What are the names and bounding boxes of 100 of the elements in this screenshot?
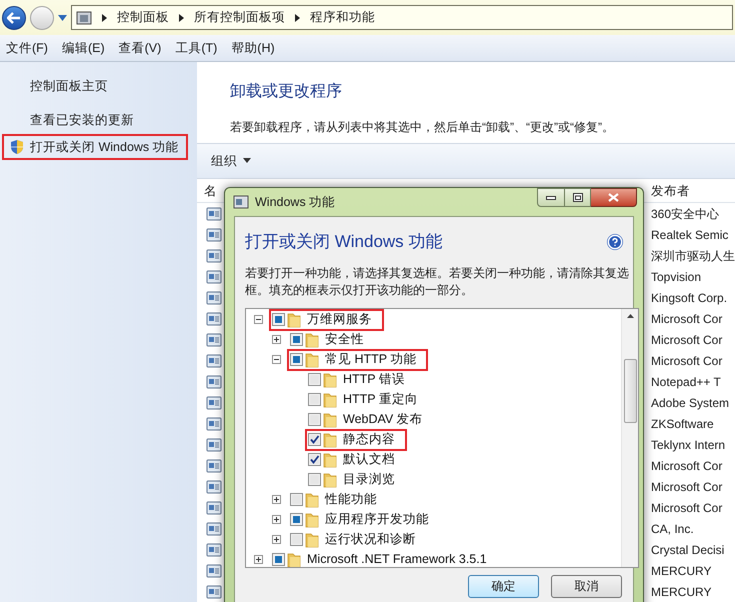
program-icon bbox=[206, 478, 222, 494]
checkbox[interactable] bbox=[272, 313, 285, 326]
chevron-right-icon bbox=[102, 14, 107, 22]
maximize-button[interactable] bbox=[565, 188, 591, 207]
program-icon bbox=[206, 332, 222, 348]
minimize-button[interactable] bbox=[537, 188, 565, 207]
help-icon[interactable] bbox=[607, 234, 623, 250]
menu-item[interactable]: 文件(F) bbox=[6, 38, 48, 58]
shield-icon bbox=[10, 139, 24, 155]
menu-item[interactable]: 帮助(H) bbox=[231, 38, 275, 58]
folder-icon bbox=[305, 332, 319, 348]
page-description: 若要卸载程序，请从列表中将其选中，然后单击“卸载”、“更改”或“修复”。 bbox=[230, 119, 615, 136]
program-icon bbox=[206, 562, 222, 578]
expand-icon[interactable] bbox=[272, 515, 281, 524]
scrollbar[interactable] bbox=[621, 308, 638, 566]
expand-icon[interactable] bbox=[272, 335, 281, 344]
table-cell-text: 深圳市驱动人生 bbox=[651, 248, 735, 264]
dropdown-icon[interactable] bbox=[58, 14, 67, 20]
folder-icon bbox=[323, 412, 337, 428]
feature-label[interactable]: HTTP 重定向 bbox=[343, 390, 418, 409]
chevron-right-icon bbox=[179, 14, 184, 22]
arrow-left-icon bbox=[7, 12, 21, 24]
checkbox[interactable] bbox=[308, 473, 321, 486]
checkbox[interactable] bbox=[272, 553, 285, 566]
breadcrumb-item[interactable]: 控制面板 bbox=[117, 8, 169, 27]
collapse-icon[interactable] bbox=[272, 355, 281, 364]
feature-label[interactable]: WebDAV 发布 bbox=[343, 410, 423, 429]
program-icon bbox=[206, 542, 222, 558]
feature-label[interactable]: 万维网服务 bbox=[307, 310, 372, 329]
caret-icon bbox=[243, 158, 251, 164]
checkbox[interactable] bbox=[290, 353, 303, 366]
address-field[interactable]: 控制面板 所有控制面板项 程序和功能 bbox=[71, 5, 733, 30]
cancel-button[interactable]: 取消 bbox=[551, 574, 622, 598]
table-cell-text: Realtek Semic bbox=[651, 226, 730, 244]
checkbox[interactable] bbox=[290, 533, 303, 546]
checkbox[interactable] bbox=[308, 433, 321, 446]
folder-icon bbox=[305, 352, 319, 368]
expand-icon[interactable] bbox=[272, 535, 281, 544]
table-cell-text: Microsoft Cor bbox=[651, 332, 724, 348]
feature-label[interactable]: 静态内容 bbox=[343, 430, 395, 449]
feature-label[interactable]: 运行状况和诊断 bbox=[325, 530, 416, 549]
dialog-description: 若要打开一种功能，请选择其复选框。若要关闭一种功能，请清除其复选框。填充的框表示仅打开该功能的一部分。 bbox=[245, 264, 630, 298]
checkbox[interactable] bbox=[290, 493, 303, 506]
table-cell-text: MERCURY bbox=[651, 584, 712, 600]
expand-icon[interactable] bbox=[272, 495, 281, 504]
collapse-icon[interactable] bbox=[254, 315, 263, 324]
feature-label[interactable]: HTTP 错误 bbox=[343, 370, 405, 389]
checkbox[interactable] bbox=[290, 513, 303, 526]
feature-label[interactable]: 常见 HTTP 功能 bbox=[325, 350, 416, 369]
program-icon bbox=[206, 290, 222, 306]
program-icon bbox=[206, 394, 222, 410]
feature-label[interactable]: 安全性 bbox=[325, 330, 364, 349]
table-cell-text: Microsoft Cor bbox=[651, 352, 724, 370]
feature-label[interactable]: Microsoft .NET Framework 3.5.1 bbox=[307, 550, 487, 566]
scroll-thumb[interactable] bbox=[624, 358, 636, 422]
sidebar-link[interactable]: 打开或关闭 Windows 功能 bbox=[30, 138, 179, 156]
close-button[interactable] bbox=[591, 188, 637, 207]
folder-icon bbox=[305, 492, 319, 508]
sidebar-link[interactable]: 查看已安装的更新 bbox=[30, 110, 134, 130]
table-cell-text: Notepad++ T bbox=[651, 374, 722, 390]
minimize-icon bbox=[546, 196, 556, 200]
checkbox[interactable] bbox=[308, 413, 321, 426]
menu-item[interactable]: 工具(T) bbox=[175, 38, 218, 58]
page-title: 卸载或更改程序 bbox=[230, 82, 343, 102]
checkbox[interactable] bbox=[308, 393, 321, 406]
program-icon bbox=[206, 268, 222, 284]
table-cell-text: Kingsoft Corp. bbox=[651, 290, 728, 306]
checkbox[interactable] bbox=[290, 333, 303, 346]
program-icon bbox=[206, 248, 222, 264]
close-icon bbox=[608, 193, 619, 202]
table-cell-text: 360安全中心 bbox=[651, 206, 720, 222]
checkbox[interactable] bbox=[308, 373, 321, 386]
table-cell-text: Crystal Decisi bbox=[651, 542, 726, 558]
table-cell-text: Microsoft Cor bbox=[651, 310, 724, 328]
folder-icon bbox=[323, 372, 337, 388]
control-panel-icon bbox=[76, 10, 92, 26]
program-icon bbox=[206, 226, 222, 242]
table-cell-text: Microsoft Cor bbox=[651, 478, 724, 496]
breadcrumb-item[interactable]: 程序和功能 bbox=[310, 8, 375, 27]
folder-icon bbox=[323, 472, 337, 488]
checkbox[interactable] bbox=[308, 453, 321, 466]
feature-label[interactable]: 性能功能 bbox=[325, 490, 377, 509]
ok-button[interactable]: 确定 bbox=[468, 574, 539, 598]
program-icon bbox=[206, 584, 222, 600]
scroll-up-icon[interactable] bbox=[626, 314, 634, 318]
feature-label[interactable]: 目录浏览 bbox=[343, 470, 395, 489]
folder-icon bbox=[287, 552, 301, 566]
table-cell-text: Microsoft Cor bbox=[651, 458, 724, 474]
folder-icon bbox=[305, 532, 319, 548]
organize-button[interactable]: 组织 bbox=[211, 152, 251, 170]
feature-label[interactable]: 应用程序开发功能 bbox=[325, 510, 429, 529]
sidebar-link[interactable]: 控制面板主页 bbox=[30, 76, 108, 96]
expand-icon[interactable] bbox=[254, 555, 263, 564]
column-heading[interactable]: 发布者 bbox=[651, 182, 735, 202]
feature-label[interactable]: 默认文档 bbox=[343, 450, 395, 469]
column-heading[interactable]: 名 bbox=[197, 182, 217, 202]
menu-item[interactable]: 编辑(E) bbox=[62, 38, 105, 58]
menu-item[interactable]: 查看(V) bbox=[118, 38, 162, 58]
breadcrumb-item[interactable]: 所有控制面板项 bbox=[194, 8, 285, 27]
back-button[interactable] bbox=[2, 6, 26, 30]
